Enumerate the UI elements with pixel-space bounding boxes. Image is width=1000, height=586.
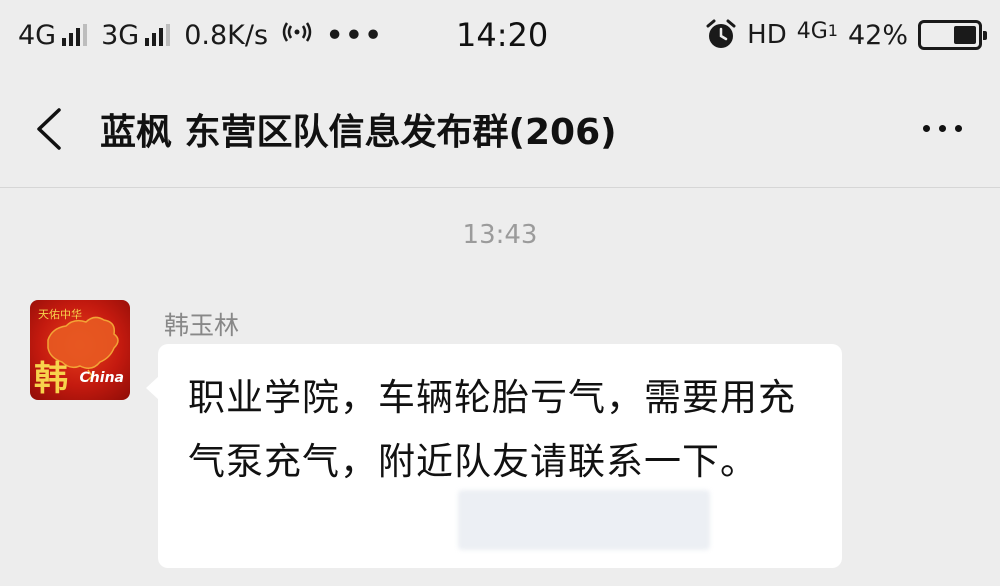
status-bar-right: HD 4G 1 42% xyxy=(705,18,987,51)
clock: 14:20 xyxy=(456,16,549,54)
battery-percent: 42% xyxy=(847,19,908,51)
network-4g: 4G xyxy=(18,19,88,51)
chat-header: 蓝枫 东营区队信息发布群(206) xyxy=(0,70,1000,188)
avatar-character: 韩 xyxy=(34,359,68,399)
chevron-left-icon xyxy=(37,107,61,150)
signal-icon xyxy=(145,24,171,46)
message-timestamp: 13:43 xyxy=(462,220,538,250)
avatar-tag: 天佑中华 xyxy=(38,308,82,321)
redaction-blur xyxy=(458,490,710,550)
hd-label: HD xyxy=(747,20,787,50)
network-3g: 3G xyxy=(101,19,171,51)
network-label: 3G xyxy=(101,19,140,51)
avatar[interactable]: 天佑中华 韩 China xyxy=(30,300,130,400)
status-bar: 4G 3G 0.8K/s ••• 14:20 HD 4G 1 42% xyxy=(0,0,1000,70)
chat-title: 蓝枫 东营区队信息发布群(206) xyxy=(100,111,617,153)
battery-level xyxy=(954,26,976,44)
back-button[interactable] xyxy=(0,70,96,188)
avatar-caption: China xyxy=(79,370,124,386)
more-notifications-icon: ••• xyxy=(326,19,384,51)
message-text: 职业学院，车辆轮胎亏气，需要用充气泵充气，附近队友请联系一下。 xyxy=(188,376,796,483)
network-label: 4G xyxy=(18,19,57,51)
network-speed: 0.8K/s xyxy=(184,19,269,51)
signal-icon xyxy=(62,24,88,46)
more-dots-icon[interactable] xyxy=(912,106,972,150)
status-bar-left: 4G 3G 0.8K/s ••• xyxy=(18,20,384,51)
hotspot-icon xyxy=(282,20,312,51)
message-bubble[interactable]: 职业学院，车辆轮胎亏气，需要用充气泵充气，附近队友请联系一下。 xyxy=(146,344,842,568)
sender-name: 韩玉林 xyxy=(164,311,240,340)
alarm-icon xyxy=(705,19,737,51)
network-4g-1: 4G 1 xyxy=(796,18,838,44)
battery-icon xyxy=(918,20,987,50)
